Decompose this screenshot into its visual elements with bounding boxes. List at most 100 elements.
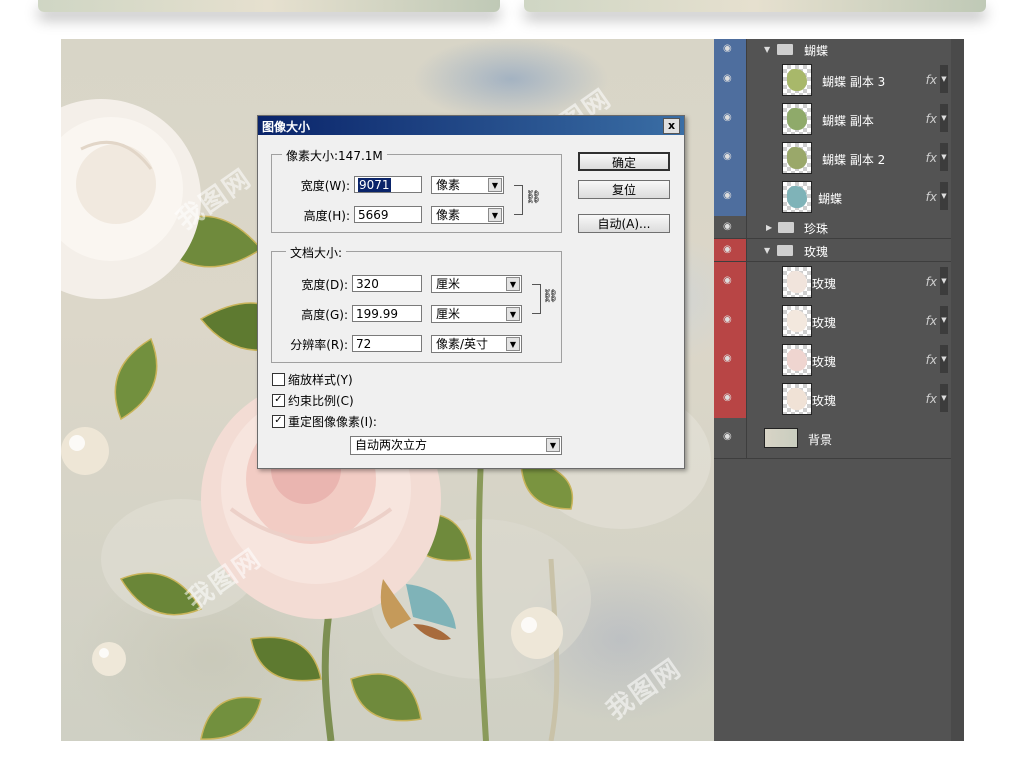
layer-group-rose[interactable]: ◉ ▼ 玫瑰: [714, 239, 951, 262]
chevron-down-icon: ▼: [546, 438, 560, 452]
dialog-titlebar[interactable]: 图像大小 x: [258, 116, 684, 135]
resolution-input[interactable]: 72: [352, 335, 422, 352]
constrain-proportions-checkbox[interactable]: ✓: [272, 394, 285, 407]
chevron-down-icon[interactable]: ▼: [940, 384, 948, 412]
eye-icon: ◉: [723, 190, 732, 201]
visibility-toggle[interactable]: ◉: [714, 340, 747, 379]
preview-thumb-left: [38, 0, 500, 12]
close-icon[interactable]: x: [663, 118, 680, 134]
reset-button[interactable]: 复位: [578, 180, 670, 199]
chevron-down-icon: ▼: [506, 277, 520, 291]
eye-icon: ◉: [723, 43, 732, 54]
chain-link-icon: ⛓: [542, 289, 559, 304]
layer-name: 蝴蝶: [804, 44, 829, 58]
layer-row[interactable]: ◉ 蝴蝶 副本 3 fx ▼: [714, 60, 951, 100]
pixel-dimensions-group: 像素大小:147.1M 宽度(W): 9071 像素 ▼ 高度(H): 5669 …: [271, 147, 562, 233]
visibility-toggle[interactable]: ◉: [714, 39, 747, 60]
chevron-down-icon[interactable]: ▼: [940, 306, 948, 334]
layer-thumbnail: [782, 103, 812, 135]
layer-name: 玫瑰: [812, 316, 837, 330]
doc-width-unit-select[interactable]: 厘米 ▼: [431, 275, 522, 293]
panel-scrollbar[interactable]: [951, 39, 964, 741]
layer-group-butterfly[interactable]: ◉ ▼ 蝴蝶: [714, 39, 951, 61]
eye-icon: ◉: [723, 112, 732, 123]
layer-name: 背景: [808, 433, 833, 447]
eye-icon: ◉: [723, 73, 732, 84]
visibility-toggle[interactable]: ◉: [714, 60, 747, 99]
dialog-title: 图像大小: [262, 120, 311, 134]
scale-styles-label: 缩放样式(Y): [288, 373, 353, 387]
doc-width-input[interactable]: 320: [352, 275, 422, 292]
layer-row[interactable]: ◉ 蝴蝶 副本 fx ▼: [714, 99, 951, 139]
layer-thumbnail: [782, 181, 812, 213]
chevron-down-icon: ▼: [506, 337, 520, 351]
chevron-down-icon[interactable]: ▼: [940, 104, 948, 132]
visibility-toggle[interactable]: ◉: [714, 418, 747, 458]
layer-thumbnail: [782, 383, 812, 415]
pixel-width-label: 宽度(W):: [300, 179, 350, 193]
layer-row[interactable]: ◉ 玫瑰 fx ▼: [714, 301, 951, 341]
pixel-width-input[interactable]: 9071: [354, 176, 422, 193]
eye-icon: ◉: [723, 353, 732, 364]
resolution-unit-select[interactable]: 像素/英寸 ▼: [431, 335, 522, 353]
doc-height-input[interactable]: 199.99: [352, 305, 422, 322]
fx-icon[interactable]: fx: [926, 73, 937, 87]
preview-thumb-right: [524, 0, 986, 12]
visibility-toggle[interactable]: ◉: [714, 301, 747, 340]
folder-icon: [777, 44, 793, 55]
layer-thumbnail: [782, 142, 812, 174]
layer-row[interactable]: ◉ 蝴蝶 fx ▼: [714, 177, 951, 217]
visibility-toggle[interactable]: ◉: [714, 262, 747, 301]
pixel-height-input[interactable]: 5669: [354, 206, 422, 223]
visibility-toggle[interactable]: ◉: [714, 216, 747, 238]
auto-button[interactable]: 自动(A)...: [578, 214, 670, 233]
chevron-down-icon[interactable]: ▼: [940, 65, 948, 93]
triangle-icon[interactable]: ▶: [766, 223, 772, 232]
fx-icon[interactable]: fx: [926, 112, 937, 126]
triangle-icon[interactable]: ▼: [764, 45, 770, 54]
layer-row[interactable]: ◉ 玫瑰 fx ▼: [714, 340, 951, 380]
resample-method-select[interactable]: 自动两次立方 ▼: [350, 436, 562, 455]
visibility-toggle[interactable]: ◉: [714, 239, 747, 261]
layer-thumbnail: [782, 266, 812, 298]
fx-icon[interactable]: fx: [926, 392, 937, 406]
previous-preview-strip: [0, 0, 1024, 38]
doc-height-label: 高度(G):: [301, 308, 348, 322]
visibility-toggle[interactable]: ◉: [714, 138, 747, 177]
fx-icon[interactable]: fx: [926, 151, 937, 165]
layer-name: 玫瑰: [812, 277, 837, 291]
layer-name: 玫瑰: [804, 245, 829, 259]
chevron-down-icon[interactable]: ▼: [940, 143, 948, 171]
fx-icon[interactable]: fx: [926, 353, 937, 367]
visibility-toggle[interactable]: ◉: [714, 177, 747, 216]
triangle-icon[interactable]: ▼: [764, 246, 770, 255]
constrain-bracket: [532, 284, 541, 314]
scale-styles-checkbox[interactable]: [272, 373, 285, 386]
pixel-height-unit-select[interactable]: 像素 ▼: [431, 206, 504, 224]
fx-icon[interactable]: fx: [926, 190, 937, 204]
ok-button[interactable]: 确定: [578, 152, 670, 171]
eye-icon: ◉: [723, 431, 732, 442]
resample-image-checkbox[interactable]: ✓: [272, 415, 285, 428]
eye-icon: ◉: [723, 392, 732, 403]
fx-icon[interactable]: fx: [926, 275, 937, 289]
eye-icon: ◉: [723, 221, 732, 232]
fx-icon[interactable]: fx: [926, 314, 937, 328]
chevron-down-icon[interactable]: ▼: [940, 267, 948, 295]
chevron-down-icon[interactable]: ▼: [940, 182, 948, 210]
pixel-width-unit-select[interactable]: 像素 ▼: [431, 176, 504, 194]
pixel-height-label: 高度(H):: [303, 209, 350, 223]
layer-row[interactable]: ◉ 玫瑰 fx ▼: [714, 379, 951, 419]
visibility-toggle[interactable]: ◉: [714, 379, 747, 418]
layer-thumbnail: [764, 428, 798, 448]
image-size-dialog: 图像大小 x 像素大小:147.1M 宽度(W): 9071 像素 ▼ 高度(H)…: [257, 115, 685, 469]
chevron-down-icon: ▼: [488, 178, 502, 192]
layer-group-pearl[interactable]: ◉ ▶ 珍珠: [714, 216, 951, 239]
chevron-down-icon[interactable]: ▼: [940, 345, 948, 373]
layer-row-background[interactable]: ◉ 背景: [714, 418, 951, 459]
visibility-toggle[interactable]: ◉: [714, 99, 747, 138]
layer-row[interactable]: ◉ 蝴蝶 副本 2 fx ▼: [714, 138, 951, 178]
doc-height-unit-select[interactable]: 厘米 ▼: [431, 305, 522, 323]
layer-name: 蝴蝶 副本: [822, 114, 874, 128]
layer-row[interactable]: ◉ 玫瑰 fx ▼: [714, 262, 951, 302]
